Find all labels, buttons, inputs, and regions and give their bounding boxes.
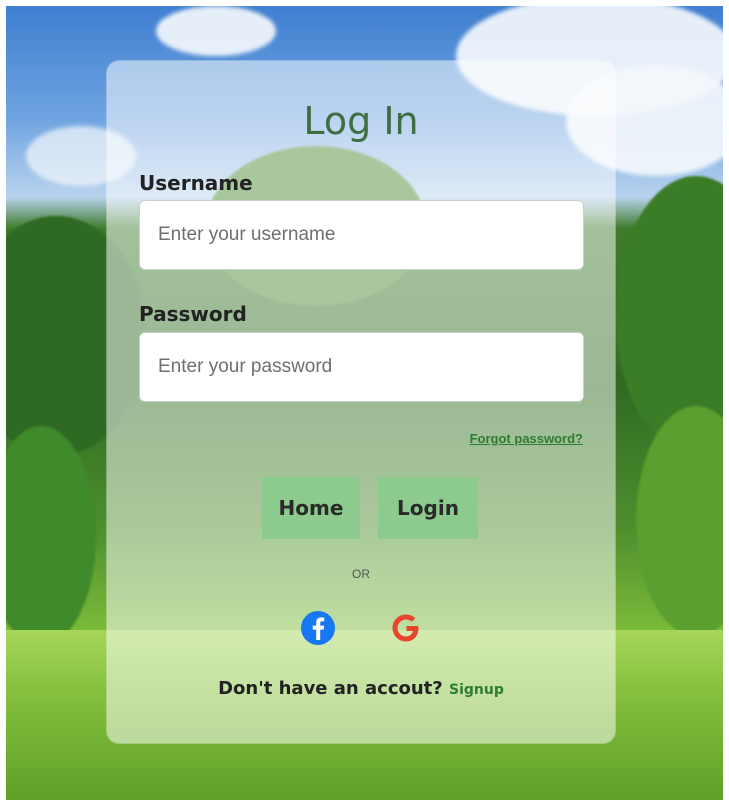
signup-link[interactable]: Signup: [449, 682, 504, 698]
password-input[interactable]: [139, 332, 584, 402]
or-divider: OR: [352, 567, 370, 581]
page-title: Log In: [303, 99, 419, 143]
facebook-icon[interactable]: [300, 610, 336, 646]
login-card: Log In Username Password Forgot password…: [107, 61, 615, 743]
login-button[interactable]: Login: [378, 477, 478, 539]
username-label: Username: [139, 171, 253, 195]
signup-prompt-text: Don't have an accout?: [218, 678, 443, 699]
username-input[interactable]: [139, 200, 584, 270]
password-label: Password: [139, 302, 247, 326]
signup-prompt: Don't have an accout? Signup: [107, 678, 615, 699]
google-icon[interactable]: [388, 610, 424, 646]
home-button[interactable]: Home: [262, 477, 360, 539]
forgot-password-link[interactable]: Forgot password?: [470, 431, 583, 446]
